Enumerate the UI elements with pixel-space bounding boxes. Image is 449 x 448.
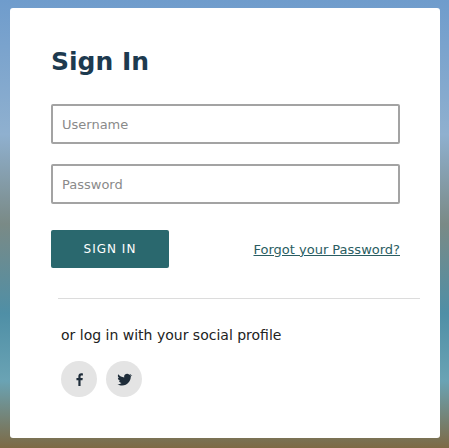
sign-in-title: Sign In — [51, 46, 400, 78]
login-page: Sign In SIGN IN Forgot your Password? or lo… — [0, 0, 449, 448]
sign-in-button[interactable]: SIGN IN — [51, 230, 169, 268]
facebook-button[interactable] — [61, 361, 97, 397]
actions-row: SIGN IN Forgot your Password? — [51, 230, 400, 268]
sign-in-card: Sign In SIGN IN Forgot your Password? or lo… — [10, 8, 440, 438]
social-label: or log in with your social profile — [61, 325, 400, 345]
username-field[interactable] — [51, 104, 400, 144]
divider — [58, 298, 420, 299]
forgot-password-link[interactable]: Forgot your Password? — [253, 242, 400, 257]
password-field[interactable] — [51, 164, 400, 204]
social-buttons — [61, 361, 400, 397]
twitter-button[interactable] — [106, 361, 142, 397]
facebook-icon — [71, 371, 88, 388]
twitter-icon — [116, 371, 133, 388]
